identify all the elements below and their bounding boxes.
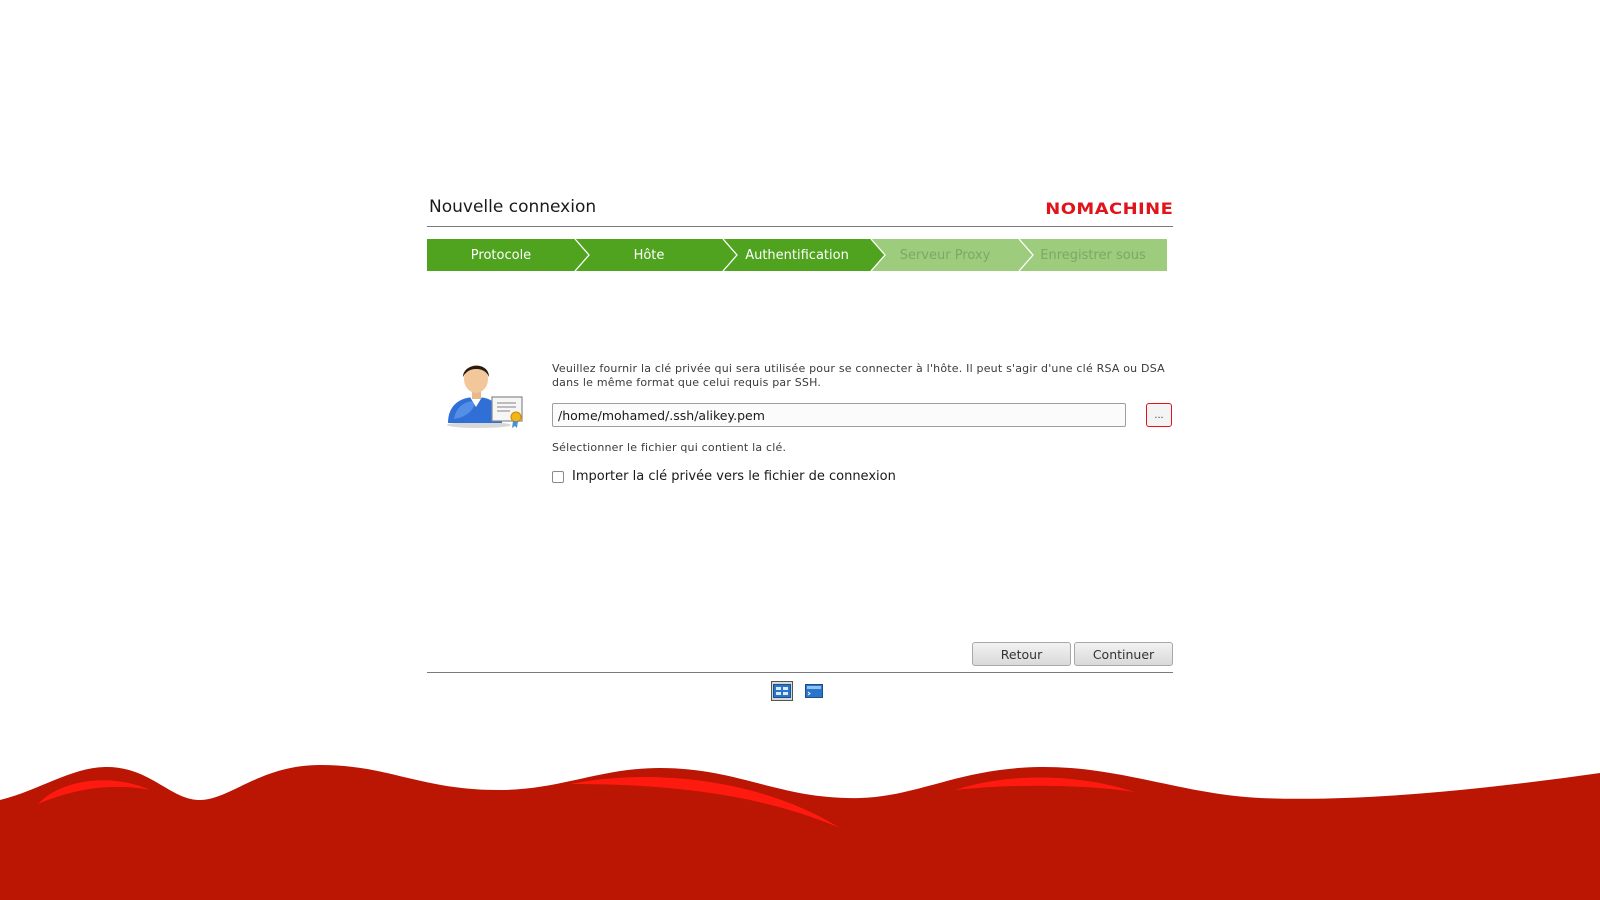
footer-divider: [427, 672, 1173, 673]
step-hote: Hôte: [575, 239, 738, 271]
step-protocole: Protocole: [427, 239, 590, 271]
decorative-wave-footer: [0, 765, 1600, 900]
header: Nouvelle connexion NOMACHINE: [427, 190, 1173, 227]
step-separator-icon: [722, 239, 738, 271]
step-separator-icon: [870, 239, 886, 271]
key-file-row: ...: [552, 403, 1172, 429]
step-serveur-proxy: Serveur Proxy: [871, 239, 1034, 271]
grid-view-icon: [773, 684, 791, 698]
description-text: Veuillez fournir la clé privée qui sera …: [552, 362, 1165, 389]
step-separator-icon: [574, 239, 590, 271]
browse-button[interactable]: ...: [1146, 403, 1172, 427]
step-separator-icon: [1018, 239, 1034, 271]
import-key-option[interactable]: Importer la clé privée vers le fichier d…: [552, 469, 1172, 484]
grid-view-button[interactable]: [771, 681, 793, 701]
new-connection-panel: Nouvelle connexion NOMACHINE Protocole H…: [427, 190, 1173, 701]
step-authentification: Authentification: [723, 239, 886, 271]
view-mode-switcher: [771, 681, 825, 701]
list-view-button[interactable]: [803, 681, 825, 701]
user-certificate-icon: [447, 365, 523, 428]
hint-text: Sélectionner le fichier qui contient la …: [552, 441, 787, 454]
step-label: Protocole: [470, 247, 532, 263]
back-button[interactable]: Retour: [972, 642, 1071, 666]
page-title: Nouvelle connexion: [429, 197, 597, 217]
continue-button[interactable]: Continuer: [1074, 642, 1173, 666]
step-label: Enregistrer sous: [1040, 247, 1146, 263]
step-label: Hôte: [633, 247, 665, 263]
nomachine-logo: NOMACHINE: [1044, 199, 1173, 218]
import-key-checkbox[interactable]: [552, 470, 564, 483]
import-key-label[interactable]: Importer la clé privée vers le fichier d…: [572, 469, 896, 484]
auth-content: Veuillez fournir la clé privée qui sera …: [552, 362, 1172, 484]
step-label: Authentification: [745, 247, 849, 263]
key-path-input[interactable]: [552, 403, 1126, 427]
action-buttons: Retour Continuer: [972, 642, 1173, 666]
step-label: Serveur Proxy: [899, 247, 991, 263]
list-view-icon: [805, 684, 823, 698]
wizard-steps: Protocole Hôte Authentification Serveur …: [427, 239, 1167, 271]
step-enregistrer-sous: Enregistrer sous: [1019, 239, 1167, 271]
